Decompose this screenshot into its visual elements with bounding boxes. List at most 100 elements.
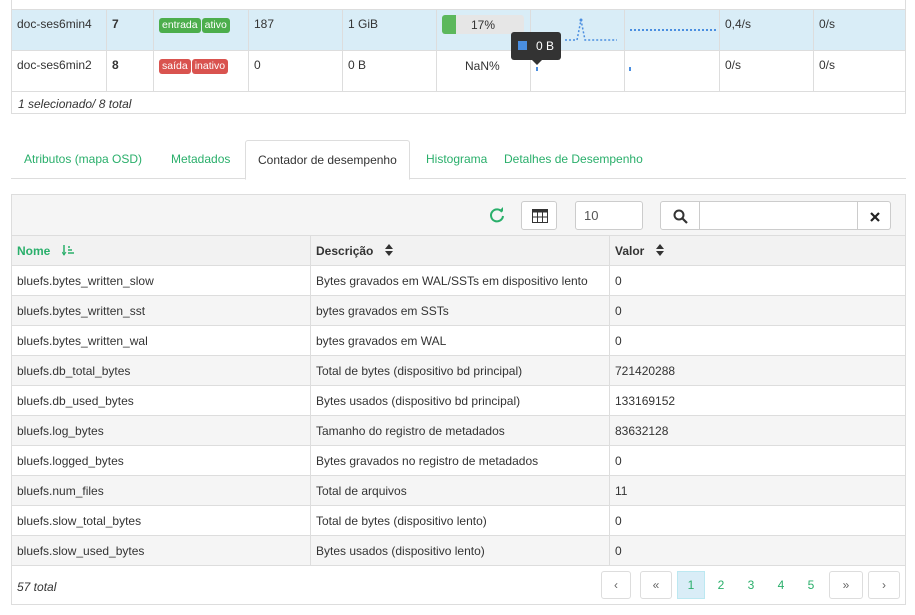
write-sparkline: [625, 51, 720, 91]
cell-name: bluefs.slow_total_bytes: [12, 506, 311, 536]
perf-counter-table: Nome Descrição Valor bluefs.bytes_writte…: [11, 194, 906, 605]
cell-value: 0: [615, 304, 622, 318]
cell-name: bluefs.bytes_written_sst: [12, 296, 311, 326]
tab-performance-counter[interactable]: Contador de desempenho: [245, 140, 410, 180]
cell-description: Total de bytes (dispositivo bd principal…: [311, 356, 610, 386]
osd-read-rate: 0,4/s: [720, 10, 814, 50]
pagination-page-5[interactable]: 5: [796, 571, 826, 599]
search-button[interactable]: [660, 201, 700, 230]
status-badge-up: ativo: [201, 18, 230, 33]
table-row[interactable]: bluefs.log_bytes Tamanho do registro de m…: [12, 416, 905, 446]
column-header-value[interactable]: Valor: [610, 236, 905, 266]
table-row[interactable]: bluefs.bytes_written_sst bytes gravados e…: [12, 296, 905, 326]
total-count: 57 total: [17, 580, 57, 594]
osd-table: doc-ses6min4 7 entrada ativo 187 1 GiB 17…: [11, 0, 906, 114]
cell-description: Bytes gravados no registro de metadados: [311, 446, 610, 476]
table-row[interactable]: bluefs.num_files Total de arquivos 11: [12, 476, 905, 506]
write-sparkline: [625, 10, 720, 50]
osd-write-rate: 0/s: [819, 58, 836, 72]
tooltip-value: 0 B: [536, 39, 555, 53]
cell-value: 0: [615, 274, 622, 288]
cell-name: bluefs.bytes_written_wal: [12, 326, 311, 356]
pagination-first-button[interactable]: «: [640, 571, 672, 599]
sort-ascending-icon: [61, 244, 74, 259]
osd-size: 0 B: [343, 51, 437, 91]
column-header-description-label: Descrição: [316, 244, 374, 258]
usage-progress-label: 17%: [470, 18, 496, 32]
clear-search-button[interactable]: [857, 201, 891, 230]
cell-description: Tamanho do registro de metadados: [311, 416, 610, 446]
cell-description: Bytes gravados em WAL/SSTs em dispositiv…: [311, 266, 610, 296]
status-badge-out: saída: [159, 59, 191, 74]
search-icon: [673, 209, 688, 224]
pagination-page-4[interactable]: 4: [766, 571, 796, 599]
tab-metadata[interactable]: Metadados: [159, 140, 242, 179]
cell-description: bytes gravados em SSTs: [311, 296, 610, 326]
cell-description: Total de bytes (dispositivo lento): [311, 506, 610, 536]
column-header-description[interactable]: Descrição: [311, 236, 610, 266]
osd-pgs: 0: [249, 51, 343, 91]
selection-summary: 1 selecionado/ 8 total: [18, 97, 132, 111]
cell-value: 133169152: [615, 394, 676, 408]
osd-size: 1 GiB: [343, 10, 437, 50]
cell-name: bluefs.bytes_written_slow: [12, 266, 311, 296]
cell-value: 0: [615, 544, 622, 558]
tab-performance-details[interactable]: Detalhes de Desempenho: [492, 140, 655, 179]
osd-id: 7: [107, 10, 154, 50]
tab-attributes[interactable]: Atributos (mapa OSD): [12, 140, 154, 179]
osd-status: entrada ativo: [154, 10, 249, 50]
usage-progress-bar: 17%: [442, 15, 524, 34]
osd-row-selected[interactable]: doc-ses6min4 7 entrada ativo 187 1 GiB 17…: [12, 9, 905, 51]
cell-description: Total de arquivos: [311, 476, 610, 506]
page-size-input[interactable]: [575, 201, 643, 230]
cell-value: 721420288: [615, 364, 676, 378]
table-columns-icon: [532, 209, 548, 223]
status-badge-in: entrada: [159, 18, 201, 33]
write-sparkline-graph: [630, 29, 717, 31]
cell-name: bluefs.log_bytes: [12, 416, 311, 446]
table-row[interactable]: bluefs.logged_bytes Bytes gravados no reg…: [12, 446, 905, 476]
osd-host: doc-ses6min4: [12, 10, 107, 50]
cell-description: bytes gravados em WAL: [311, 326, 610, 356]
cell-name: bluefs.num_files: [12, 476, 311, 506]
tab-histogram[interactable]: Histograma: [414, 140, 499, 179]
table-row[interactable]: bluefs.slow_used_bytes Bytes usados (disp…: [12, 536, 905, 566]
cell-name: bluefs.db_used_bytes: [12, 386, 311, 416]
osd-read-rate: 0/s: [720, 51, 814, 91]
column-header-name[interactable]: Nome: [12, 236, 311, 266]
cell-value: 0: [615, 514, 622, 528]
cell-name: bluefs.logged_bytes: [12, 446, 311, 476]
osd-row[interactable]: doc-ses6min2 8 saída inativo 0 0 B NaN% 0…: [12, 51, 905, 92]
table-row[interactable]: bluefs.bytes_written_slow Bytes gravados …: [12, 266, 905, 296]
columns-button[interactable]: [521, 201, 557, 230]
osd-write-rate: 0/s: [819, 17, 836, 31]
sparkline-tooltip: 0 B: [511, 32, 561, 65]
search-input[interactable]: [699, 201, 858, 230]
osd-pgs: 187: [249, 10, 343, 50]
sort-icon: [655, 244, 664, 259]
pagination-page-1[interactable]: 1: [677, 571, 705, 599]
cell-name: bluefs.slow_used_bytes: [12, 536, 311, 566]
table-row[interactable]: bluefs.db_total_bytes Total de bytes (dis…: [12, 356, 905, 386]
close-icon: [870, 212, 880, 222]
refresh-icon[interactable]: [488, 206, 506, 224]
table-row[interactable]: bluefs.bytes_written_wal bytes gravados e…: [12, 326, 905, 356]
write-sparkline-graph: [629, 67, 631, 71]
table-toolbar: [12, 195, 905, 236]
pagination-page-2[interactable]: 2: [706, 571, 736, 599]
tooltip-arrow: [532, 60, 542, 65]
detail-tabs: Atributos (mapa OSD) Metadados Contador …: [11, 140, 906, 180]
cell-value: 0: [615, 334, 622, 348]
table-row[interactable]: bluefs.db_used_bytes Bytes usados (dispos…: [12, 386, 905, 416]
pagination-page-3[interactable]: 3: [736, 571, 766, 599]
sort-icon: [384, 244, 393, 259]
usage-progress-label: NaN%: [465, 59, 500, 73]
cell-description: Bytes usados (dispositivo lento): [311, 536, 610, 566]
table-row[interactable]: bluefs.slow_total_bytes Total de bytes (d…: [12, 506, 905, 536]
pagination-prev-button[interactable]: ‹: [601, 571, 631, 599]
cell-name: bluefs.db_total_bytes: [12, 356, 311, 386]
table-body: bluefs.bytes_written_slow Bytes gravados …: [12, 266, 905, 566]
pagination-next-button[interactable]: ›: [868, 571, 900, 599]
pagination-next-block-button[interactable]: »: [829, 571, 863, 599]
column-header-value-label: Valor: [615, 244, 645, 258]
